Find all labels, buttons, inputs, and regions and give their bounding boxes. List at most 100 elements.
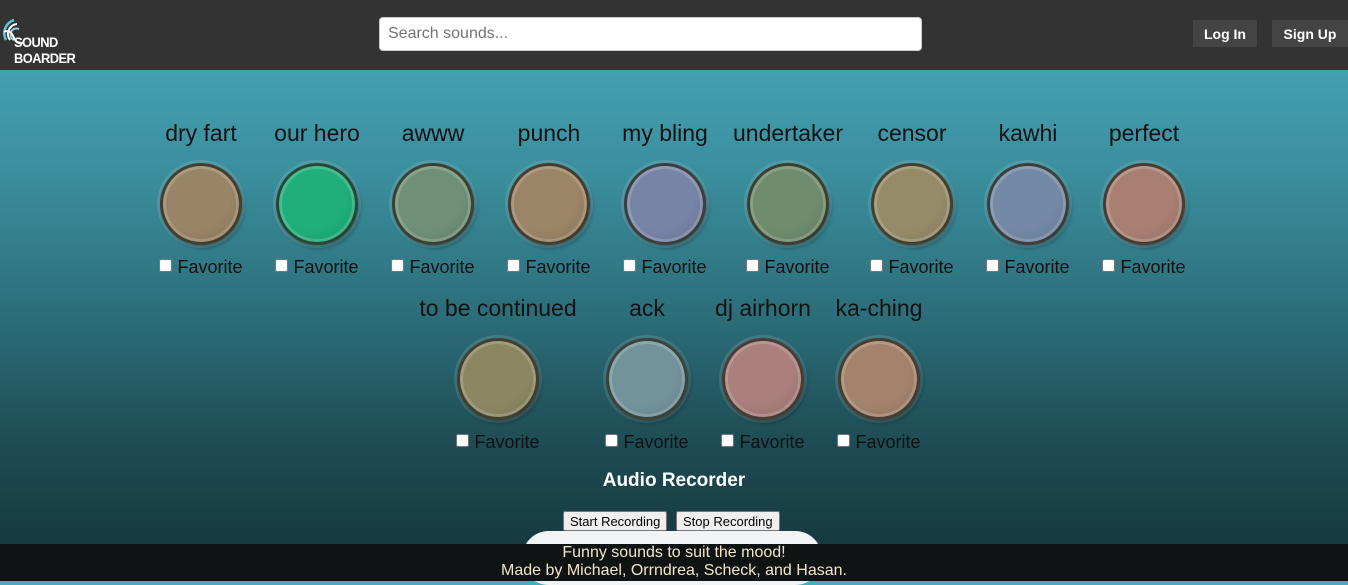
favorite-label: Favorite [1004, 257, 1070, 277]
sound-button-wrap [443, 323, 553, 420]
sound-button-wrap [494, 148, 604, 245]
sound-title: undertaker [733, 120, 843, 146]
sound-title: ack [629, 295, 665, 321]
sound-play-button[interactable] [276, 163, 358, 245]
sound-play-button[interactable] [457, 338, 539, 420]
favorite-toggle[interactable]: Favorite [378, 257, 488, 277]
sound-title: dj airhorn [715, 295, 811, 321]
favorite-label: Favorite [525, 257, 591, 277]
sound-title: dry fart [165, 120, 237, 146]
favorite-label: Favorite [293, 257, 359, 277]
login-button[interactable]: Log In [1193, 20, 1257, 47]
sound-button-wrap [378, 148, 488, 245]
favorite-checkbox[interactable] [159, 259, 173, 272]
favorite-checkbox[interactable] [507, 259, 521, 272]
sound-item: to be continued Favorite [419, 293, 576, 452]
favorite-checkbox[interactable] [746, 259, 760, 272]
sound-title: to be continued [419, 295, 577, 321]
footer: Funny sounds to suit the mood! Made by M… [0, 544, 1348, 581]
sound-play-button[interactable] [606, 338, 688, 420]
sound-item: ack Favorite [592, 293, 702, 452]
footer-tagline: Funny sounds to suit the mood! [562, 544, 786, 561]
sound-title: our hero [274, 120, 360, 146]
stop-recording-button[interactable]: Stop Recording [676, 511, 780, 531]
sound-item: awww Favorite [378, 118, 488, 277]
favorite-toggle[interactable]: Favorite [494, 257, 604, 277]
sound-item: punch Favorite [494, 118, 604, 277]
favorite-toggle[interactable]: Favorite [262, 257, 372, 277]
favorite-toggle[interactable]: Favorite [973, 257, 1083, 277]
favorite-toggle[interactable]: Favorite [443, 432, 553, 452]
sound-play-button[interactable] [392, 163, 474, 245]
sound-button-wrap [146, 148, 256, 245]
brand-name: SOUND BOARDER [14, 34, 76, 66]
sound-button-wrap [824, 323, 934, 420]
favorite-toggle[interactable]: Favorite [824, 432, 934, 452]
favorite-label: Favorite [641, 257, 707, 277]
sound-item: my bling Favorite [610, 118, 720, 277]
sound-title: ka-ching [835, 295, 923, 321]
favorite-label: Favorite [764, 257, 830, 277]
favorite-checkbox[interactable] [456, 434, 470, 447]
favorite-label: Favorite [1120, 257, 1186, 277]
sound-item: censor Favorite [857, 118, 967, 277]
favorite-checkbox[interactable] [986, 259, 1000, 272]
favorite-checkbox[interactable] [1102, 259, 1116, 272]
sound-title: awww [401, 120, 465, 146]
favorite-toggle[interactable]: Favorite [733, 257, 843, 277]
sound-button-wrap [733, 148, 843, 245]
logo[interactable]: SOUND BOARDER [2, 16, 112, 66]
favorite-label: Favorite [177, 257, 243, 277]
favorite-label: Favorite [888, 257, 954, 277]
signup-button[interactable]: Sign Up [1272, 20, 1348, 47]
audio-recorder-title: Audio Recorder [602, 470, 746, 491]
favorite-checkbox[interactable] [623, 259, 637, 272]
sound-title: punch [517, 120, 581, 146]
sound-item: our hero Favorite [262, 118, 372, 277]
sound-play-button[interactable] [987, 163, 1069, 245]
favorite-toggle[interactable]: Favorite [857, 257, 967, 277]
sound-play-button[interactable] [508, 163, 590, 245]
navbar: SOUND BOARDER Log In Sign Up [0, 0, 1348, 70]
sound-button-wrap [592, 323, 702, 420]
sound-play-button[interactable] [1103, 163, 1185, 245]
favorite-checkbox[interactable] [870, 259, 884, 272]
sound-button-wrap [708, 323, 818, 420]
favorite-label: Favorite [739, 432, 805, 452]
sound-play-button[interactable] [871, 163, 953, 245]
sound-button-wrap [857, 148, 967, 245]
favorite-label: Favorite [855, 432, 921, 452]
sound-button-wrap [262, 148, 372, 245]
favorite-label: Favorite [409, 257, 475, 277]
sound-title: kawhi [998, 120, 1058, 146]
favorite-checkbox[interactable] [721, 434, 735, 447]
favorite-toggle[interactable]: Favorite [708, 432, 818, 452]
favorite-toggle[interactable]: Favorite [592, 432, 702, 452]
sound-item: dry fart Favorite [146, 118, 256, 277]
favorite-checkbox[interactable] [605, 434, 619, 447]
favorite-toggle[interactable]: Favorite [146, 257, 256, 277]
favorite-toggle[interactable]: Favorite [610, 257, 720, 277]
sound-title: censor [877, 120, 947, 146]
favorite-checkbox[interactable] [837, 434, 851, 447]
sound-item: dj airhorn Favorite [708, 293, 818, 452]
sound-play-button[interactable] [722, 338, 804, 420]
sound-play-button[interactable] [747, 163, 829, 245]
favorite-toggle[interactable]: Favorite [1089, 257, 1199, 277]
sound-play-button[interactable] [624, 163, 706, 245]
search-input[interactable] [379, 17, 922, 51]
favorite-checkbox[interactable] [275, 259, 289, 272]
sound-item: ka-ching Favorite [824, 293, 934, 452]
favorite-label: Favorite [623, 432, 689, 452]
favorite-checkbox[interactable] [391, 259, 405, 272]
footer-credits: Made by Michael, Orrndrea, Scheck, and H… [501, 562, 847, 579]
sound-play-button[interactable] [838, 338, 920, 420]
sound-play-button[interactable] [160, 163, 242, 245]
favorite-label: Favorite [474, 432, 540, 452]
sound-item: undertaker Favorite [733, 118, 843, 277]
start-recording-button[interactable]: Start Recording [563, 511, 668, 531]
sound-item: perfect Favorite [1089, 118, 1199, 277]
sound-button-wrap [610, 148, 720, 245]
sound-item: kawhi Favorite [973, 118, 1083, 277]
sound-title: perfect [1108, 120, 1180, 146]
